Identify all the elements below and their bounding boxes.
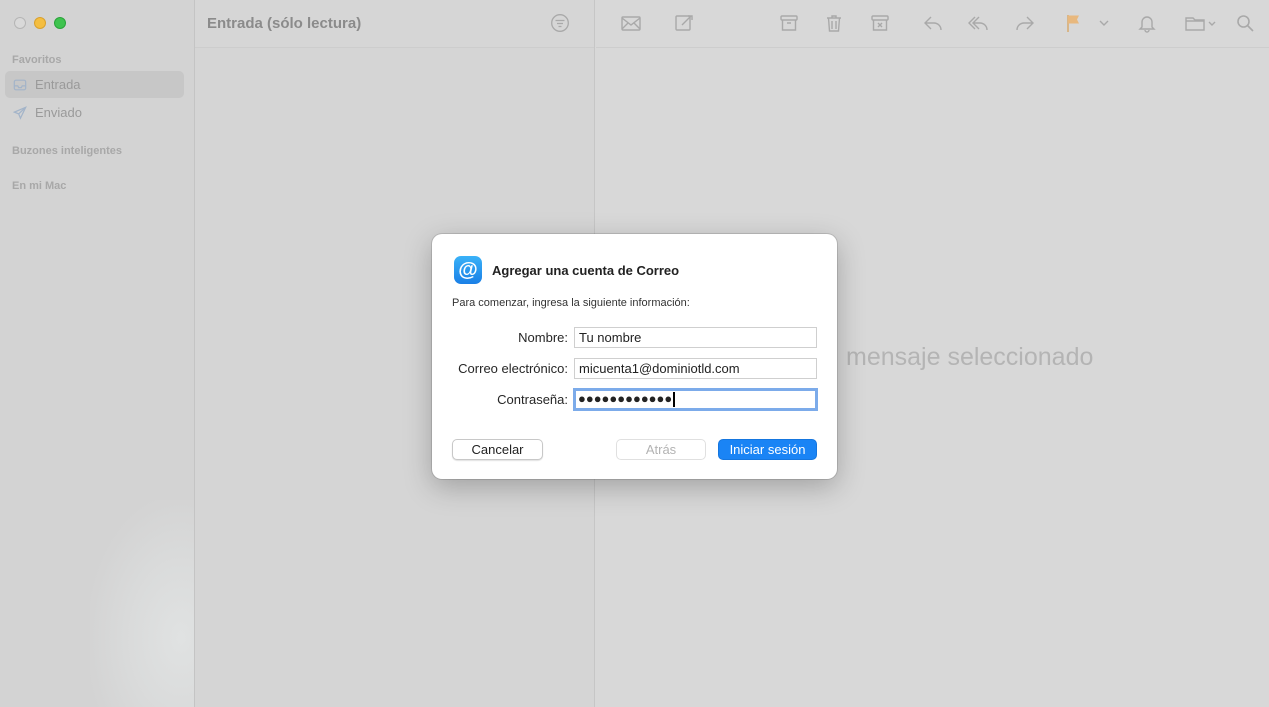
inbox-icon [13,79,27,90]
sidebar-item-label: Enviado [35,105,82,120]
paper-plane-icon [13,105,27,120]
folder-icon[interactable] [1184,12,1218,34]
dialog-subtitle: Para comenzar, ingresa la siguiente info… [452,297,690,309]
back-button[interactable]: Atrás [616,439,706,460]
password-label: Contraseña: [497,392,568,407]
envelope-icon[interactable] [620,12,642,34]
reply-all-icon[interactable] [967,12,989,34]
trash-icon[interactable] [823,12,845,34]
name-label: Nombre: [518,330,568,345]
message-list-header: Entrada (sólo lectura) [195,0,594,48]
sign-in-button[interactable]: Iniciar sesión [718,439,817,460]
window-minimize-button[interactable] [34,17,46,29]
bell-icon[interactable] [1136,12,1158,34]
reply-icon[interactable] [922,12,944,34]
sidebar-item-label: Entrada [35,77,81,92]
name-input[interactable]: Tu nombre [574,327,817,348]
email-label: Correo electrónico: [458,361,568,376]
sidebar-item-inbox[interactable]: Entrada [5,71,184,98]
search-icon[interactable] [1234,12,1256,34]
forward-icon[interactable] [1014,12,1036,34]
sidebar: Favoritos Entrada Enviado Buzones inteli… [0,0,195,707]
sidebar-section-on-my-mac[interactable]: En mi Mac [12,180,66,192]
compose-icon[interactable] [673,12,695,34]
sidebar-section-favorites[interactable]: Favoritos [12,54,62,66]
mail-at-icon: @ [454,256,482,284]
filter-icon[interactable] [550,13,570,33]
archive-icon[interactable] [778,12,800,34]
chevron-down-icon[interactable] [1097,12,1111,34]
sidebar-background-glow [90,500,194,707]
window-maximize-button[interactable] [54,17,66,29]
dialog-title: Agregar una cuenta de Correo [492,263,680,278]
name-input-value: Tu nombre [579,330,642,345]
flag-icon[interactable] [1063,12,1085,34]
email-input[interactable]: micuenta1@dominiotld.com [574,358,817,379]
password-input-value: ●●●●●●●●●●●● [578,391,673,406]
sidebar-section-smart-mailboxes[interactable]: Buzones inteligentes [12,145,122,157]
cancel-button[interactable]: Cancelar [452,439,543,460]
email-input-value: micuenta1@dominiotld.com [579,361,740,376]
window-close-button[interactable] [14,17,26,29]
junk-icon[interactable] [869,12,891,34]
toolbar [596,0,1269,48]
mailbox-title: Entrada (sólo lectura) [207,15,362,32]
no-message-selected-text: mensaje seleccionado [846,343,1094,371]
sidebar-item-sent[interactable]: Enviado [5,99,184,126]
text-caret [673,392,676,408]
add-account-dialog: @ Agregar una cuenta de Correo Para come… [432,234,837,479]
password-input[interactable]: ●●●●●●●●●●●● [573,388,818,411]
